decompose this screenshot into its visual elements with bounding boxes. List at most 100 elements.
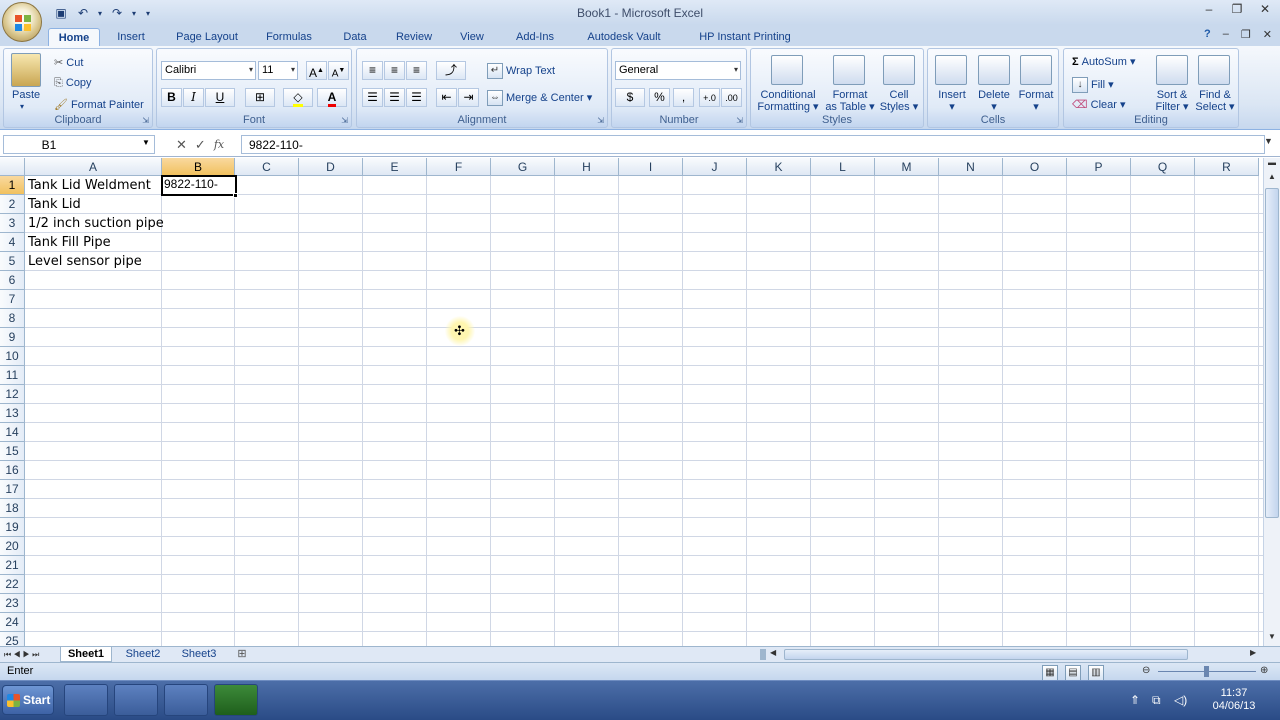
shrink-font-button[interactable]: A▼ [328, 61, 349, 80]
fill-button[interactable]: ↓ Fill ▾ [1072, 77, 1114, 93]
column-header-d[interactable]: D [299, 158, 363, 176]
increase-indent-button[interactable]: ⇥ [458, 88, 479, 107]
column-header-c[interactable]: C [235, 158, 299, 176]
row-header-24[interactable]: 24 [0, 613, 25, 632]
fill-color-button[interactable]: ◇ [283, 88, 313, 107]
horizontal-scroll-thumb[interactable] [784, 649, 1188, 660]
format-cells-button[interactable]: Format ▾ [1014, 89, 1058, 113]
zoom-out-icon[interactable]: ⊖ [1142, 665, 1150, 676]
tab-formulas[interactable]: Formulas [258, 28, 320, 46]
column-header-n[interactable]: N [939, 158, 1003, 176]
formula-input[interactable]: 9822-110- [241, 135, 1265, 154]
sheet-tab-2[interactable]: Sheet2 [118, 647, 168, 662]
grow-font-button[interactable]: A▲ [306, 61, 327, 80]
tab-home[interactable]: Home [48, 28, 100, 46]
row-header-12[interactable]: 12 [0, 385, 25, 404]
column-header-k[interactable]: K [747, 158, 811, 176]
accounting-format-button[interactable]: $ [615, 88, 645, 107]
number-launcher-icon[interactable]: ⇲ [736, 116, 743, 125]
name-box-dropdown-icon[interactable]: ▼ [142, 138, 150, 147]
tray-expand-icon[interactable]: ⇑ [1130, 693, 1140, 707]
row-header-11[interactable]: 11 [0, 366, 25, 385]
autosum-button[interactable]: Σ AutoSum ▾ [1072, 55, 1136, 68]
minimize-icon[interactable]: – [1200, 2, 1218, 18]
tab-insert[interactable]: Insert [108, 28, 154, 46]
scroll-right-icon[interactable]: ▶ [1250, 648, 1260, 661]
column-header-j[interactable]: J [683, 158, 747, 176]
row-header-19[interactable]: 19 [0, 518, 25, 537]
tab-page-layout[interactable]: Page Layout [168, 28, 246, 46]
doc-restore-icon[interactable]: ❐ [1241, 28, 1251, 41]
row-header-20[interactable]: 20 [0, 537, 25, 556]
column-header-h[interactable]: H [555, 158, 619, 176]
cancel-entry-icon[interactable]: ✕ [176, 137, 187, 153]
sheet-tab-1[interactable]: Sheet1 [60, 647, 112, 662]
column-header-g[interactable]: G [491, 158, 555, 176]
confirm-entry-icon[interactable]: ✓ [195, 137, 206, 153]
taskbar-folder-icon[interactable] [164, 684, 208, 716]
cell-a5[interactable]: Level sensor pipe [25, 252, 162, 271]
cell-styles-button[interactable]: Cell Styles ▾ [877, 89, 921, 113]
font-size-combo[interactable]: 11 ▾ [258, 61, 298, 80]
select-all-corner[interactable] [0, 158, 25, 176]
vertical-scrollbar[interactable]: ▬ ▲ ▼ [1263, 158, 1280, 646]
active-cell-b1[interactable]: 9822-110- [161, 175, 237, 196]
column-header-e[interactable]: E [363, 158, 427, 176]
tab-hp-instant-printing[interactable]: HP Instant Printing [684, 28, 806, 46]
format-as-table-button[interactable]: Format as Table ▾ [823, 89, 877, 113]
column-header-b[interactable]: B [162, 158, 235, 176]
bottom-align-button[interactable]: ≡ [406, 61, 427, 80]
tab-add-ins[interactable]: Add-Ins [506, 28, 564, 46]
row-header-7[interactable]: 7 [0, 290, 25, 309]
font-name-combo[interactable]: Calibri ▾ [161, 61, 256, 80]
insert-sheet-icon[interactable]: ⊞ [230, 647, 254, 662]
network-icon[interactable]: ⧉ [1152, 693, 1161, 708]
paste-icon[interactable] [11, 53, 41, 87]
taskbar-app-1-icon[interactable] [64, 684, 108, 716]
sheet-tab-3[interactable]: Sheet3 [174, 647, 224, 662]
merge-center-button[interactable]: ⇔ Merge & Center ▾ [487, 90, 592, 106]
copy-button[interactable]: ⎘ Copy [54, 77, 92, 90]
top-align-button[interactable]: ≡ [362, 61, 383, 80]
tab-view[interactable]: View [452, 28, 492, 46]
name-box[interactable]: B1 [3, 135, 155, 154]
row-header-3[interactable]: 3 [0, 214, 25, 233]
insert-cells-button[interactable]: Insert ▾ [930, 89, 974, 113]
cell-a3[interactable]: 1/2 inch suction pipe [25, 214, 164, 233]
zoom-slider-thumb[interactable] [1204, 666, 1209, 677]
cell-a2[interactable]: Tank Lid [25, 195, 162, 214]
row-header-14[interactable]: 14 [0, 423, 25, 442]
format-painter-button[interactable]: 🖌 Format Painter [54, 98, 144, 111]
row-header-16[interactable]: 16 [0, 461, 25, 480]
worksheet-grid[interactable]: ABCDEFGHIJKLMNOPQR 1 2 3 4 5 6 7 8 9 10 11 12 13 14 15… [0, 158, 1263, 646]
paste-button[interactable]: Paste [12, 89, 40, 101]
taskbar-excel-icon[interactable] [214, 684, 258, 716]
page-break-view-icon[interactable]: ▥ [1088, 665, 1104, 681]
column-header-f[interactable]: F [427, 158, 491, 176]
normal-view-icon[interactable]: ▦ [1042, 665, 1058, 681]
increase-decimal-button[interactable]: +.0 [699, 88, 720, 107]
font-color-button[interactable]: A [317, 88, 347, 107]
decrease-decimal-button[interactable]: .00 [721, 88, 742, 107]
find-select-button[interactable]: Find & Select ▾ [1192, 89, 1238, 113]
row-header-6[interactable]: 6 [0, 271, 25, 290]
row-header-4[interactable]: 4 [0, 233, 25, 252]
column-header-i[interactable]: I [619, 158, 683, 176]
start-button[interactable]: Start [2, 685, 54, 715]
close-icon[interactable]: ✕ [1256, 2, 1274, 18]
cut-button[interactable]: ✂ Cut [54, 56, 83, 69]
row-header-23[interactable]: 23 [0, 594, 25, 613]
decrease-indent-button[interactable]: ⇤ [436, 88, 457, 107]
orientation-button[interactable]: ⤴ [436, 61, 466, 80]
paste-dropdown-icon[interactable]: ▾ [20, 102, 24, 111]
column-header-o[interactable]: O [1003, 158, 1067, 176]
comma-style-button[interactable]: , [673, 88, 694, 107]
taskbar-app-2-icon[interactable] [114, 684, 158, 716]
row-header-22[interactable]: 22 [0, 575, 25, 594]
scroll-left-icon[interactable]: ◀ [770, 648, 780, 661]
vertical-scroll-thumb[interactable] [1265, 188, 1279, 518]
borders-button[interactable]: ⊞ [245, 88, 275, 107]
zoom-in-icon[interactable]: ⊕ [1260, 665, 1268, 676]
clear-button[interactable]: ⌫ Clear ▾ [1072, 98, 1126, 111]
tab-data[interactable]: Data [334, 28, 376, 46]
